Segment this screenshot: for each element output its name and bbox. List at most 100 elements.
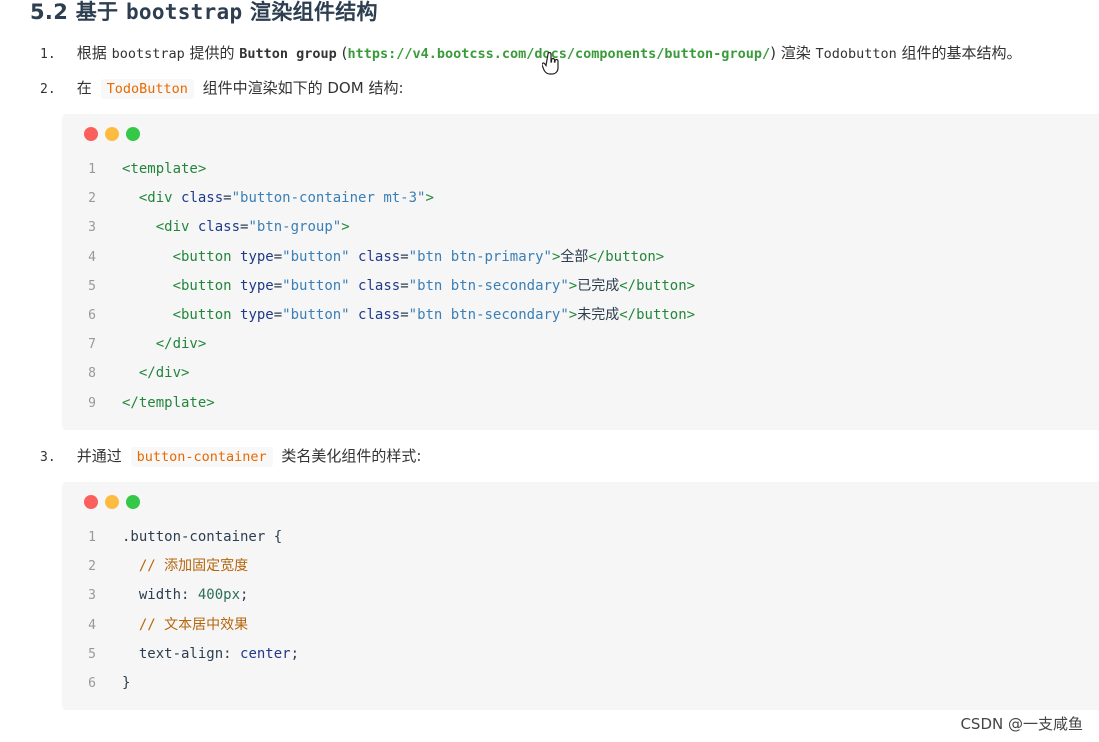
inline-code-button-container: button-container [130,447,273,467]
code-token: 已完成 [577,277,620,294]
code-line: 2 // 添加固定宽度 [62,552,299,581]
code-token: = [273,277,283,294]
code-token: // 添加固定宽度 [138,558,249,575]
code-line: 3 <div class="btn-group"> [62,213,695,242]
step-text: ) 渲染 [770,44,816,62]
code-token: class [197,219,241,236]
green-dot-icon [126,127,140,141]
hand-pointer-icon [542,52,559,75]
code-token: = [400,277,409,294]
step-text: 组件中渲染如下的 DOM 结构: [197,79,404,97]
line-number: 1 [88,162,96,177]
code-token: <template> [122,161,207,177]
line-number: 3 [88,588,96,604]
code-line: 4 // 文本居中效果 [62,611,299,640]
green-dot-icon [126,495,140,509]
line-number: 4 [88,249,96,265]
window-dots [84,127,140,141]
code-token: > [568,306,578,323]
code-token: </button> [588,248,665,265]
step-text: ( [336,44,348,62]
code-token: class [358,306,401,323]
step-2: 2. 在 TodoButton 组件中渲染如下的 DOM 结构: [40,78,404,100]
red-dot-icon [84,127,98,141]
step-text-mono: bootstrap [111,46,185,62]
step-text: 提供的 [184,44,240,62]
code-token: class [358,248,401,265]
code-token: "btn btn-primary" [408,248,552,265]
line-number: 1 [88,530,96,545]
line-number: 5 [88,278,96,294]
code-lines: 1 <template> 2 <div class="button-containe… [62,155,695,418]
code-token: } [122,674,131,691]
code-token: class [181,190,224,207]
code-line: 1 .button-container { [62,523,299,552]
line-number: 6 [88,307,96,323]
code-token: </div> [155,336,207,353]
code-line: 9 </template> [62,389,695,418]
code-token: = [400,306,409,323]
code-token: .button-container { [122,529,283,545]
code-token: </button> [619,277,696,294]
step-number: 1. [40,47,56,62]
code-block-css: 1 .button-container {2 // 添加固定宽度 3 width: … [62,482,1099,710]
code-block-template: 1 <template> 2 <div class="button-containe… [62,114,1099,430]
code-token: 未完成 [577,306,620,323]
heading-suffix: 渲染组件结构 [242,0,378,24]
code-token: <div [155,219,198,236]
code-token: "button" [282,306,350,323]
code-line: 1 <template> [62,155,695,184]
line-number: 9 [88,395,96,411]
code-token: width: [138,587,198,604]
inline-code-todobutton: TodoButton [100,79,194,99]
step-3: 3. 并通过 button-container 类名美化组件的样式: [40,446,421,468]
code-token: </template> [122,394,215,411]
heading-mono: bootstrap [125,0,243,24]
code-token: ; [240,587,249,604]
code-line: 8 </div> [62,359,695,388]
code-token: center [240,645,291,662]
code-token: > [425,190,434,207]
code-line: 5 text-align: center; [62,640,299,669]
code-line: 3 width: 400px; [62,581,299,610]
code-token: "button" [282,248,350,265]
code-token: 400px [197,587,241,604]
code-token: type [240,277,274,294]
code-token: <button [172,277,241,294]
code-token: "button-container mt-3" [231,190,426,207]
code-line: 6 <button type="button" class="btn btn-s… [62,301,695,330]
line-number: 6 [88,675,96,691]
yellow-dot-icon [105,127,119,141]
line-number: 4 [88,617,96,633]
code-token: <button [172,248,241,265]
code-token: "btn btn-secondary" [408,277,569,294]
code-token: <div [138,190,182,207]
step-text-bold: Button group [239,46,337,62]
window-dots [84,495,140,509]
code-token: > [341,219,350,236]
code-token: > [568,277,578,294]
step-text: 在 [76,79,97,97]
line-number: 8 [88,366,96,382]
step-text: 根据 [76,44,112,62]
step-text: 类名美化组件的样式: [276,447,422,465]
line-number: 2 [88,559,96,575]
code-token: 全部 [560,248,589,265]
line-number: 3 [88,220,96,236]
red-dot-icon [84,495,98,509]
code-token: "btn-group" [248,219,342,236]
code-token: = [273,306,283,323]
code-line: 5 <button type="button" class="btn btn-s… [62,272,695,301]
step-number: 2. [40,82,56,97]
